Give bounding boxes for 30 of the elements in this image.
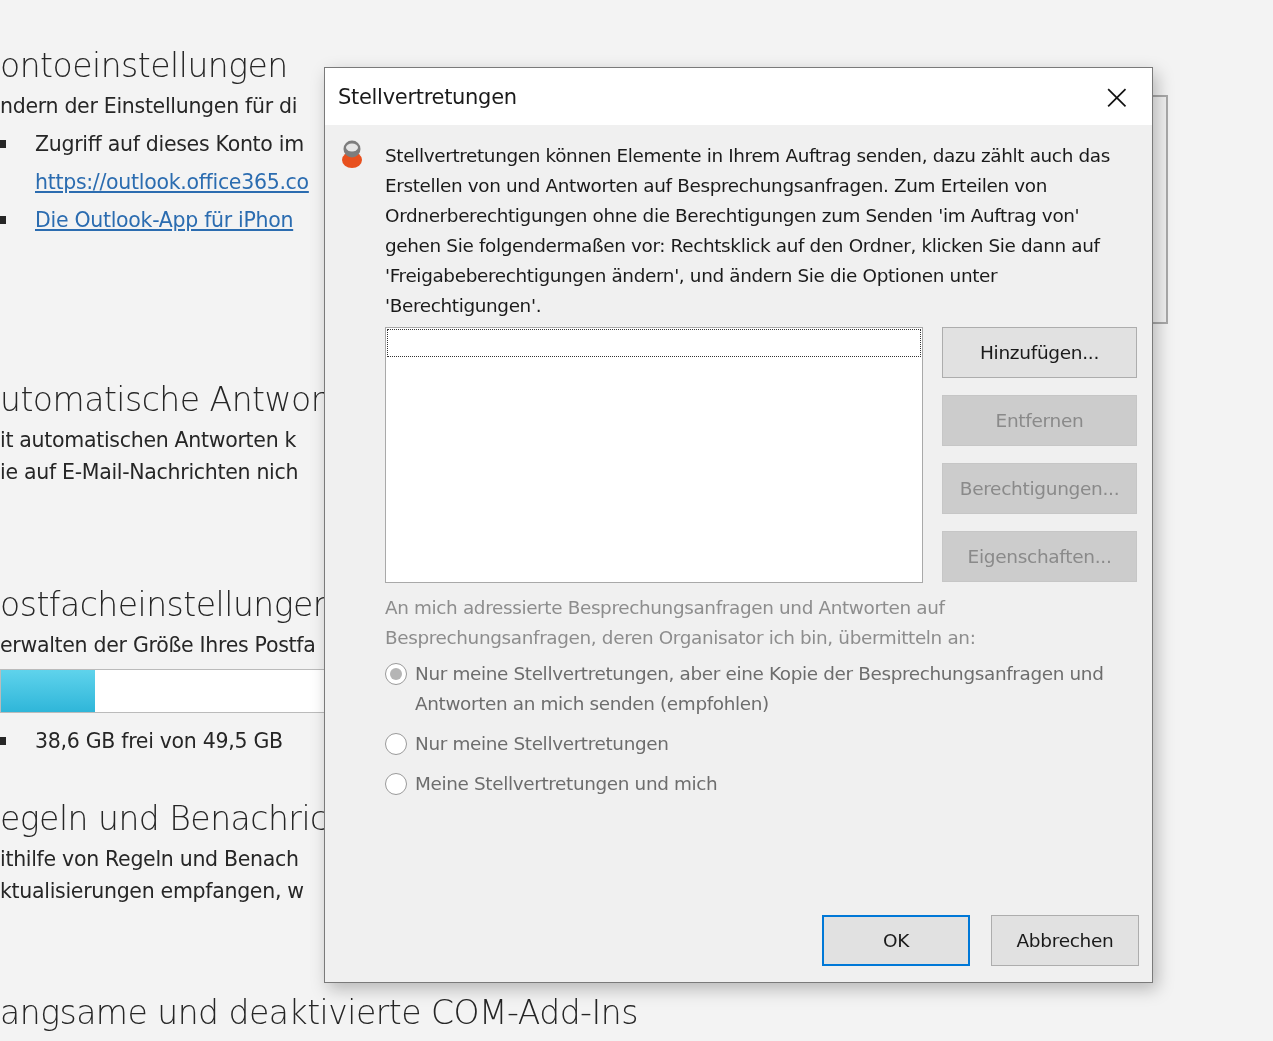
side-button[interactable]: Hinzufügen...: [942, 327, 1137, 378]
section-heading: ostfacheinstellungen: [0, 584, 334, 626]
body-text: it automatischen Antworten k: [0, 427, 297, 454]
body-text: ithilfe von Regeln und Benach: [0, 846, 299, 873]
body-text: erwalten der Größe Ihres Postfa: [0, 632, 316, 659]
section-heading: utomatische Antwor: [0, 379, 324, 421]
dialog-button[interactable]: OK: [822, 915, 970, 966]
bullet-icon: [0, 216, 6, 224]
radio-label: Meine Stellvertretungen und mich: [415, 772, 718, 796]
radio-label: Nur meine Stellvertretungen, aber eine Kopie der Besprechungsanfragen und Antworten an mich senden (empfohlen): [415, 662, 1105, 716]
body-text: ktualisierungen empfangen, w: [0, 878, 304, 905]
person-icon: [339, 139, 365, 171]
bullet-icon: [0, 737, 6, 745]
list-item-text: Zugriff auf dieses Konto im: [35, 131, 304, 158]
section-heading: egeln und Benachric: [0, 798, 328, 840]
window-title: Stellvertretungen: [338, 84, 517, 109]
body-text: ndern der Einstellungen für di: [0, 93, 298, 120]
dialog-button[interactable]: Abbrechen: [991, 915, 1139, 966]
link[interactable]: https://outlook.office365.co: [35, 166, 309, 198]
group-caption: An mich adressierte Besprechungsanfragen und Antworten auf Besprechungsanfragen, deren Organisator ich bin, übermitteln an:: [385, 596, 977, 650]
bullet-icon: [0, 140, 6, 148]
description-text: Stellvertretungen können Elemente in Ihrem Auftrag senden, dazu zählt auch das Erstellen von und Antworten auf Besprechungsanfragen. Zum Erteilen von Ordnerberechtigungen ohne die Berechtigungen zum Senden 'im Auftrag von' gehen Sie folgendermaßen vor: Rechtsklick auf den Ordner, klicken Sie dann auf 'Freigabeberechtigungen ändern', und ändern Sie die Optionen unter 'Berechtigungen'.: [385, 144, 1111, 318]
link[interactable]: Die Outlook-App für iPhon: [35, 204, 294, 236]
section-heading: ontoeinstellungen: [0, 45, 288, 87]
list-item-text: 38,6 GB frei von 49,5 GB: [35, 728, 283, 755]
close-button[interactable]: ×: [1095, 78, 1138, 115]
section-heading: angsame und deaktivierte COM-Add-Ins: [0, 992, 638, 1034]
radio-label: Nur meine Stellvertretungen: [415, 732, 669, 756]
focus-row[interactable]: [387, 329, 921, 357]
body-text: ie auf E-Mail-Nachrichten nich: [0, 459, 299, 486]
